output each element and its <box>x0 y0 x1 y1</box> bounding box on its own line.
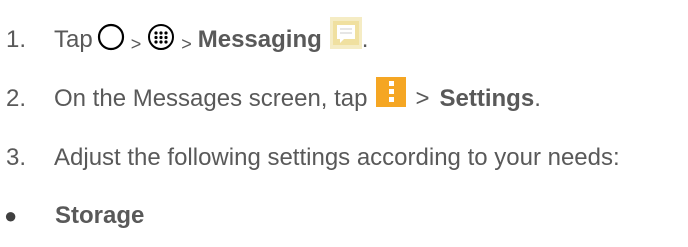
storage-label: Storage <box>55 202 145 229</box>
messaging-app-icon <box>329 16 362 56</box>
tap-text: Tap <box>54 26 93 53</box>
separator: > <box>130 33 142 54</box>
period: . <box>534 85 541 112</box>
step-text: Adjust the following settings according … <box>54 144 620 171</box>
step-number: 1. <box>6 26 27 53</box>
messaging-label: Messaging <box>197 26 322 53</box>
step-text: On the Messages screen, tap > Settings . <box>54 76 541 118</box>
separator: > <box>415 85 430 112</box>
step-text: Tap > > Messaging . <box>54 16 369 60</box>
home-circle-icon <box>97 23 125 58</box>
apps-grid-icon <box>147 23 175 58</box>
settings-label: Settings <box>439 85 535 112</box>
bullet-content: Storage <box>55 202 144 230</box>
overflow-menu-icon <box>375 76 406 114</box>
step-number: 2. <box>6 85 27 112</box>
step-number: 3. <box>6 144 27 171</box>
separator: > <box>181 33 192 54</box>
step-prefix: On the Messages screen, tap <box>54 85 368 112</box>
bullet-marker: ● <box>4 203 18 228</box>
period: . <box>361 26 369 53</box>
